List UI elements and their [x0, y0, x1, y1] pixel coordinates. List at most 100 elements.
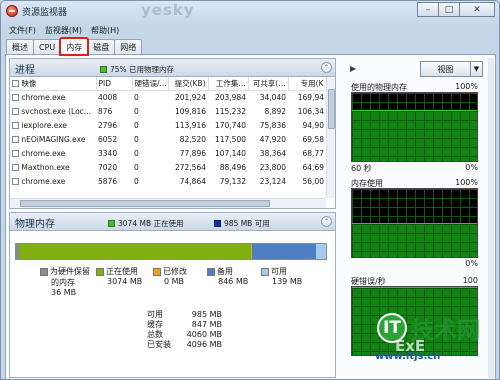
table-row[interactable]: Maxthon.exe 7020 0 272,564 88,496 23,800 64,69 — [10, 160, 326, 174]
stat-available-value: 985 MB — [191, 310, 222, 319]
row-checkbox[interactable] — [12, 108, 19, 115]
row-checkbox[interactable] — [12, 122, 19, 129]
graph-commit-charge-plot — [351, 188, 478, 258]
tab-network[interactable]: 网络 — [114, 39, 143, 55]
table-cell: 170,740 — [214, 120, 246, 130]
table-cell: 6052 — [98, 134, 118, 144]
table-row[interactable]: iexplore.exe 2796 0 113,916 170,740 75,836 94,… — [10, 118, 326, 132]
row-checkbox[interactable] — [12, 164, 19, 171]
row-checkbox[interactable] — [12, 178, 19, 185]
table-cell: 876 — [98, 106, 113, 116]
close-button[interactable]: ✕ — [459, 2, 495, 17]
table-cell: Maxthon.exe — [10, 160, 96, 174]
table-cell: 0 — [134, 162, 139, 172]
graph-commit-charge-min: 0% — [465, 259, 478, 268]
memory-pane-header[interactable]: 物理内存 3074 MB 正在使用 985 MB 可用 ⌃ — [10, 213, 335, 231]
stat-installed-label: 已安装 — [147, 340, 171, 349]
table-cell: 117,500 — [214, 134, 246, 144]
process-name: iexplore.exe — [21, 120, 68, 130]
column-image-label: 映像 — [21, 78, 37, 88]
tab-memory[interactable]: 内存 — [59, 37, 90, 56]
memory-stats: 可用 985 MB 缓存 847 MB 总数 4060 MB 已安装 4096 MB — [147, 310, 222, 350]
tab-overview[interactable]: 概述 — [6, 39, 34, 55]
column-image[interactable]: 映像 — [10, 77, 97, 91]
expand-graphs-icon[interactable]: ▶ — [350, 64, 356, 73]
process-horizontal-scrollbar[interactable] — [10, 198, 326, 208]
stat-total-label: 总数 — [147, 330, 163, 339]
table-cell: 4008 — [98, 92, 118, 102]
table-cell: 106,34 — [297, 106, 324, 116]
legend-label-modified: 已修改 — [163, 267, 187, 276]
table-cell: 34,040 — [259, 92, 286, 102]
process-pane-header[interactable]: 进程 75% 已用物理内存 ⌃ — [10, 59, 335, 77]
table-cell: 79,132 — [219, 176, 246, 186]
process-vertical-scrollbar[interactable] — [326, 78, 335, 198]
collapse-process-button[interactable]: ⌃ — [321, 62, 332, 73]
legend-swatch-reserved — [40, 267, 48, 276]
table-cell: svchost.exe (Loc... — [10, 104, 96, 118]
graph-hard-faults-max: 100 — [462, 276, 478, 285]
table-cell: 169,94 — [297, 92, 324, 102]
table-row[interactable]: chrome.exe 4008 0 201,924 203,984 34,040 169,9… — [10, 90, 326, 104]
process-name: Maxthon.exe — [21, 162, 70, 172]
stat-installed: 已安装 4096 MB — [147, 340, 222, 350]
table-cell: nEOiMAGING.exe — [10, 132, 96, 146]
tab-disk[interactable]: 磁盘 — [87, 39, 116, 55]
table-cell: 0 — [134, 148, 139, 158]
column-working-set[interactable]: 工作集... — [208, 77, 249, 91]
bar-segment-standby — [251, 244, 316, 259]
process-hscroll-thumb[interactable] — [20, 200, 270, 207]
table-cell: 75,836 — [259, 120, 286, 130]
column-commit[interactable]: 提交(KB) — [168, 77, 209, 91]
row-checkbox[interactable] — [12, 136, 19, 143]
watermark-top: yesky — [141, 1, 195, 19]
graph-physical-memory-title: 使用的物理内存 — [351, 83, 407, 92]
table-row[interactable]: chrome.exe 5876 0 74,864 79,132 23,124 56,00 — [10, 174, 326, 188]
process-pane: 进程 75% 已用物理内存 ⌃ 映像 PID 硬错误/... 提交(KB) 工作… — [9, 58, 336, 209]
legend-standby: 备用 846 MB — [207, 266, 248, 286]
maximize-button[interactable]: □ — [438, 2, 460, 17]
table-cell: 0 — [134, 92, 139, 102]
process-vscroll-thumb[interactable] — [328, 89, 335, 129]
table-cell: 88,496 — [219, 162, 246, 172]
collapse-memory-button[interactable]: ⌃ — [321, 216, 332, 227]
table-cell: 0 — [134, 176, 139, 186]
legend-label-reserved: 为硬件保留 — [50, 267, 90, 276]
menu-file[interactable]: 文件(F) — [9, 25, 36, 36]
table-row[interactable]: svchost.exe (Loc... 876 0 109,816 115,232 8,8… — [10, 104, 326, 118]
column-shareable[interactable]: 可共享(... — [248, 77, 289, 91]
table-cell: 69,58 — [302, 134, 324, 144]
menu-bar: 文件(F) 监视器(M) 帮助(H) — [5, 23, 495, 37]
table-row[interactable]: chrome.exe 3340 0 77,896 107,140 38,364 68,77 — [10, 146, 326, 160]
memory-available-text: 985 MB 可用 — [224, 219, 270, 228]
stat-cached-label: 缓存 — [147, 320, 163, 329]
table-cell: chrome.exe — [10, 146, 96, 160]
view-dropdown[interactable]: 视图 ▼ — [420, 61, 483, 77]
tab-cpu[interactable]: CPU — [33, 39, 62, 55]
minimize-button[interactable]: – — [417, 2, 439, 17]
row-checkbox[interactable] — [12, 150, 19, 157]
legend-value-in-use: 3074 MB — [107, 277, 143, 286]
process-name: svchost.exe (Loc... — [21, 106, 91, 116]
table-cell: 115,232 — [214, 106, 246, 116]
legend-label-standby: 备用 — [217, 267, 233, 276]
column-hard-faults[interactable]: 硬错误/... — [132, 77, 169, 91]
table-cell: 0 — [134, 106, 139, 116]
table-cell: 7020 — [98, 162, 118, 172]
select-all-checkbox[interactable] — [12, 80, 19, 88]
graph-commit-charge-fill — [352, 223, 477, 257]
memory-in-use-text: 3074 MB 正在使用 — [118, 219, 184, 228]
row-checkbox[interactable] — [12, 94, 19, 102]
graph-physical-memory-fill — [352, 110, 477, 161]
column-pid[interactable]: PID — [96, 77, 133, 91]
process-table: 映像 PID 硬错误/... 提交(KB) 工作集... 可共享(... 专用(… — [10, 77, 327, 188]
menu-monitor[interactable]: 监视器(M) — [45, 25, 82, 36]
menu-help[interactable]: 帮助(H) — [91, 25, 119, 36]
maximize-icon: □ — [444, 4, 454, 15]
legend-reserved: 为硬件保留 的内存 36 MB — [40, 266, 90, 297]
process-status-text: 75% 已用物理内存 — [110, 65, 175, 74]
process-name: chrome.exe — [21, 148, 66, 158]
column-private[interactable]: 专用(K — [288, 77, 327, 91]
bar-segment-in-use — [18, 244, 252, 259]
table-row[interactable]: nEOiMAGING.exe 6052 0 82,520 117,500 47,920 69… — [10, 132, 326, 146]
